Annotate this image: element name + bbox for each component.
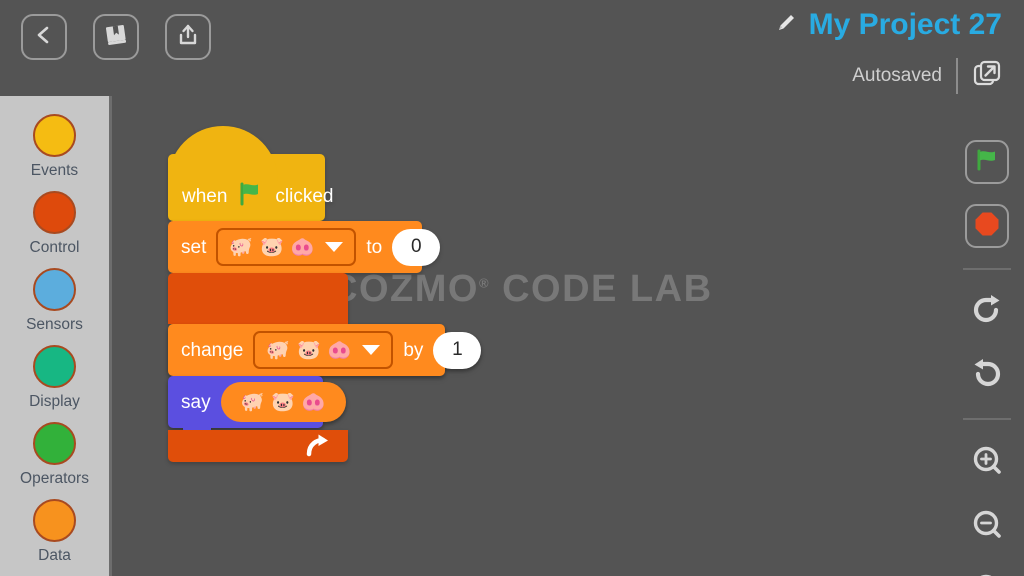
block-label-change: change [181, 339, 244, 361]
sidebar-item-operators[interactable]: Operators [0, 422, 109, 488]
status-badge: Autosaved [852, 65, 942, 86]
stop-octagon-icon [974, 211, 1000, 242]
block-label-set: set [181, 236, 207, 258]
top-header-bar: My Project 27 Autosaved [0, 0, 1024, 96]
share-button[interactable] [165, 14, 211, 60]
block-change-variable[interactable]: change 🐖 🐷 🐽 by 1 [168, 324, 482, 384]
value-input-set[interactable]: 0 [392, 228, 441, 266]
variable-emoji-pig: 🐖 [229, 236, 254, 258]
sidebar-item-label: Display [29, 393, 80, 410]
block-change-variable-row: change 🐖 🐷 🐽 by 1 [168, 331, 494, 369]
library-button[interactable] [93, 14, 139, 60]
sidebar-item-label: Data [38, 547, 71, 564]
block-label-say: say [181, 391, 211, 413]
value-input-change[interactable]: 1 [433, 331, 482, 369]
sidebar-item-label: Sensors [26, 316, 83, 333]
data-color-dot [33, 499, 76, 542]
back-button[interactable] [21, 14, 67, 60]
variable-emoji-pig-face: 🐷 [271, 391, 295, 413]
zoom-out-button[interactable] [965, 504, 1009, 548]
project-title-group[interactable]: My Project 27 [775, 8, 1002, 42]
block-forever[interactable]: forever change 🐖 🐷 [168, 273, 482, 462]
share-upload-icon [176, 23, 200, 52]
zoom-reset-button[interactable] [965, 568, 1009, 576]
loop-arrow-icon [304, 432, 334, 465]
divider [956, 58, 958, 94]
category-sidebar: Events Control Sensors Display Operators… [0, 96, 112, 576]
block-label-to: to [366, 236, 383, 258]
sidebar-item-control[interactable]: Control [0, 191, 109, 257]
trademark-mark: ® [478, 275, 491, 291]
block-set-variable[interactable]: set 🐖 🐷 🐽 to 0 [168, 221, 441, 281]
variable-emoji-pig-nose: 🐽 [290, 236, 315, 258]
run-button[interactable] [965, 140, 1009, 184]
block-notch [183, 273, 211, 282]
block-when-flag-clicked-row: when clicked [182, 182, 334, 211]
variable-emoji-pig-face: 🐷 [260, 236, 284, 258]
sidebar-item-display[interactable]: Display [0, 345, 109, 411]
variable-emoji-pig-nose: 🐽 [327, 339, 352, 361]
control-color-dot [33, 191, 76, 234]
variable-emoji-pig-face: 🐷 [297, 339, 321, 361]
divider [963, 418, 1011, 420]
variable-dropdown-set[interactable]: 🐖 🐷 🐽 [216, 228, 357, 266]
stop-button[interactable] [965, 204, 1009, 248]
forever-inner-stack: change 🐖 🐷 🐽 by 1 say 🐖 🐷 🐽 [168, 324, 482, 436]
watermark-suffix: CODE LAB [490, 268, 713, 310]
block-forever-body: change 🐖 🐷 🐽 by 1 say 🐖 🐷 🐽 [168, 324, 482, 436]
undo-button[interactable] [965, 354, 1009, 398]
open-external-icon[interactable] [972, 59, 1002, 94]
book-icon [103, 22, 129, 53]
sidebar-item-sensors[interactable]: Sensors [0, 268, 109, 334]
block-forever-footer [168, 430, 348, 462]
redo-arrow-icon [970, 294, 1004, 331]
divider [963, 268, 1011, 270]
chevron-left-icon [33, 24, 55, 51]
variable-dropdown-change[interactable]: 🐖 🐷 🐽 [253, 331, 394, 369]
redo-button[interactable] [965, 290, 1009, 334]
variable-emoji-pig: 🐖 [240, 391, 265, 413]
events-color-dot [33, 114, 76, 157]
variable-reporter-say[interactable]: 🐖 🐷 🐽 [220, 382, 346, 422]
block-label-by: by [403, 339, 424, 361]
chevron-down-icon [362, 345, 381, 355]
block-forever-header: forever [168, 273, 348, 351]
operators-color-dot [33, 422, 76, 465]
pencil-icon[interactable] [775, 12, 797, 39]
variable-emoji-pig-nose: 🐽 [301, 391, 326, 413]
zoom-in-icon [972, 445, 1002, 480]
variable-emoji-pig: 🐖 [266, 339, 291, 361]
sidebar-item-label: Control [29, 239, 80, 256]
undo-arrow-icon [970, 358, 1004, 395]
zoom-reset-icon [972, 573, 1002, 576]
right-toolbar [950, 140, 1024, 576]
block-when-flag-clicked[interactable]: when clicked [168, 126, 334, 229]
zoom-out-icon [972, 509, 1002, 544]
block-label-when: when [182, 186, 228, 207]
sidebar-item-label: Operators [20, 470, 89, 487]
script-canvas[interactable]: COZMO® CODE LAB when clicked set 🐖 🐷 🐽 t… [115, 96, 1024, 576]
sidebar-item-data[interactable]: Data [0, 499, 109, 565]
green-flag-icon [974, 148, 1000, 177]
block-say[interactable]: say 🐖 🐷 🐽 [168, 376, 346, 436]
code-lab-app: My Project 27 Autosaved Events Control S… [0, 0, 1024, 576]
autosave-group: Autosaved [852, 58, 1002, 94]
hat-dome [168, 126, 278, 182]
sidebar-item-events[interactable]: Events [0, 114, 109, 180]
block-say-row: say 🐖 🐷 🐽 [168, 382, 359, 422]
sidebar-item-label: Events [30, 162, 79, 179]
block-script[interactable]: when clicked set 🐖 🐷 🐽 to 0 change 🐖 🐷 🐽… [168, 126, 482, 462]
zoom-in-button[interactable] [965, 440, 1009, 484]
block-set-variable-row: set 🐖 🐷 🐽 to 0 [168, 228, 453, 266]
chevron-down-icon [325, 242, 344, 252]
page-title: My Project 27 [808, 8, 1002, 41]
block-label-clicked: clicked [275, 186, 334, 207]
sensors-color-dot [33, 268, 76, 311]
display-color-dot [33, 345, 76, 388]
green-flag-icon [238, 182, 264, 211]
